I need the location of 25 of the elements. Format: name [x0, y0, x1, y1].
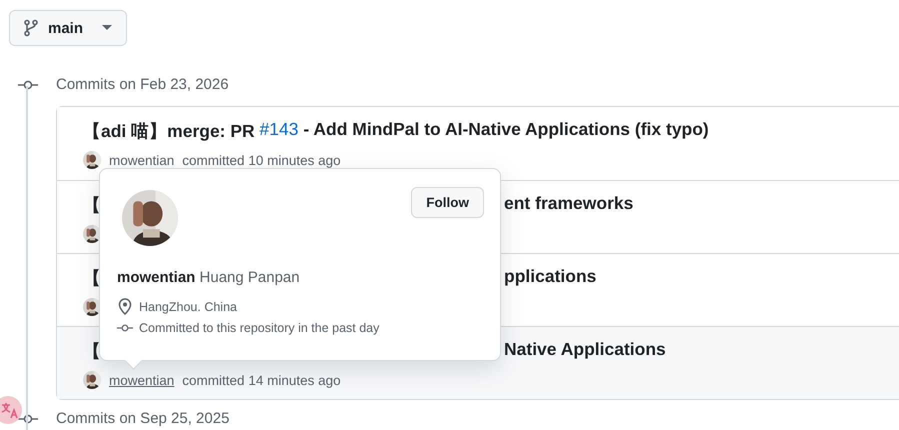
- author-link[interactable]: mowentian: [109, 152, 174, 168]
- commit-title[interactable]: 【: [83, 339, 101, 363]
- pull-request-link[interactable]: #143: [260, 119, 298, 143]
- location-icon: [117, 298, 133, 315]
- commit-time: committed 10 minutes ago: [182, 152, 341, 168]
- user-name: mowentian Huang Panpan: [117, 269, 301, 286]
- commit-title[interactable]: ent frameworks: [504, 193, 634, 217]
- branch-icon: [24, 19, 38, 37]
- branch-selector[interactable]: main: [9, 10, 127, 46]
- commit-icon: [18, 80, 38, 90]
- commit-title[interactable]: 【adi 喵】merge: PR #143 - Add MindPal to AI-Native Applications (fix typo): [83, 119, 899, 143]
- commit-title[interactable]: pplications: [504, 266, 596, 290]
- commit-activity-note: Committed to this repository in the past day: [139, 321, 380, 335]
- commit-date-heading: Commits on Sep 25, 2025: [56, 410, 230, 428]
- commit-icon: [117, 323, 133, 333]
- commit-date-heading: Commits on Feb 23, 2026: [56, 76, 229, 94]
- commit-title[interactable]: 【: [83, 266, 101, 290]
- follow-button[interactable]: Follow: [411, 187, 484, 218]
- commit-icon: [18, 414, 38, 424]
- commit-time: committed 14 minutes ago: [182, 372, 341, 388]
- user-location: HangZhou. China: [139, 300, 237, 314]
- caret-icon: [102, 25, 112, 31]
- commit-title[interactable]: 【: [83, 193, 101, 217]
- commit-title[interactable]: Native Applications: [504, 339, 666, 363]
- author-link[interactable]: mowentian: [109, 372, 174, 388]
